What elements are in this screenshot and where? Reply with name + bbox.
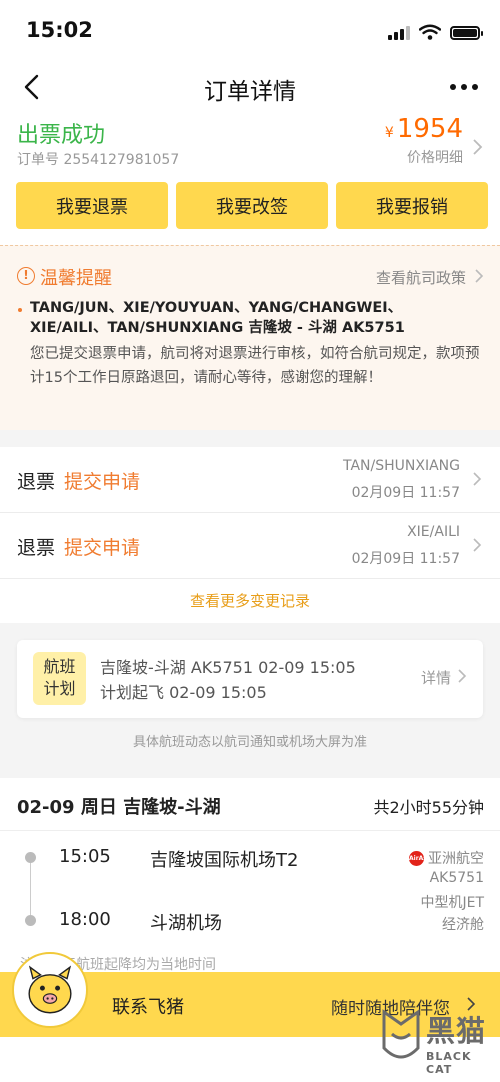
wifi-icon <box>419 24 441 40</box>
chevron-right-icon[interactable] <box>472 138 484 156</box>
notice-title: 温馨提醒 <box>40 268 112 289</box>
reschedule-button[interactable]: 我要改签 <box>176 182 328 229</box>
page-title: 订单详情 <box>204 79 296 105</box>
price-value: 1954 <box>396 114 463 144</box>
black-cat-watermark: 黑猫 BLACK CAT <box>376 1002 494 1078</box>
price-detail-link[interactable]: 价格明细 <box>407 147 463 167</box>
timeline-line <box>30 858 31 920</box>
order-number: 订单号 2554127981057 <box>17 152 180 168</box>
planned-departure-line: 计划起飞 02-09 15:05 <box>100 683 267 702</box>
arrival-time: 18:00 <box>59 909 111 930</box>
flight-detail-link[interactable]: 详情 <box>421 667 451 688</box>
more-options-icon[interactable] <box>450 84 478 90</box>
currency-symbol: ¥ <box>384 125 394 141</box>
order-summary: 出票成功 订单号 2554127981057 ¥1954 价格明细 我要退票 我… <box>0 112 500 245</box>
refund-time: 02月09日 11:57 <box>351 551 460 567</box>
airline-name: 亚洲航空 <box>428 851 484 867</box>
refund-status: 提交申请 <box>64 471 141 493</box>
flight-plan-badge: 航班 计划 <box>33 652 86 705</box>
passenger-name: XIE/AILI <box>407 524 460 540</box>
refund-records: 退票 提交申请 TAN/SHUNXIANG 02月09日 11:57 退票 提交… <box>0 447 500 623</box>
nav-bar: 订单详情 <box>0 62 500 112</box>
trip-header: 02-09 周日 吉隆坡-斗湖 <box>17 797 221 818</box>
black-cat-logo-icon <box>382 1009 420 1059</box>
notice-passengers: TANG/JUN、XIE/YOUYUAN、YANG/CHANGWEI、XIE/A… <box>30 300 405 336</box>
cabin-class: 经济舱 <box>442 917 484 933</box>
refund-type: 退票 <box>17 537 56 559</box>
status-bar: 15:02 <box>0 0 500 62</box>
chevron-right-icon[interactable] <box>474 268 484 284</box>
order-status: 出票成功 <box>17 123 106 148</box>
departure-airport: 吉隆坡国际机场T2 <box>150 850 299 871</box>
refund-row[interactable]: 退票 提交申请 XIE/AILI 02月09日 11:57 <box>0 513 500 579</box>
refund-type: 退票 <box>17 471 56 493</box>
flight-number: AK5751 <box>429 870 484 886</box>
airline-policy-link[interactable]: 查看航司政策 <box>376 267 466 288</box>
flight-plan-card[interactable]: 航班 计划 吉隆坡-斗湖 AK5751 02-09 15:05 计划起飞 02-… <box>17 640 483 718</box>
chevron-right-icon <box>473 472 482 486</box>
order-price[interactable]: ¥1954 <box>385 114 463 144</box>
trip-duration: 共2小时55分钟 <box>373 798 484 817</box>
refund-time: 02月09日 11:57 <box>351 485 460 501</box>
watermark-cn: 黑猫 <box>426 1014 487 1048</box>
flight-route-line: 吉隆坡-斗湖 AK5751 02-09 15:05 <box>100 658 356 677</box>
pig-mascot-icon <box>12 952 88 1028</box>
reimbursement-button[interactable]: 我要报销 <box>336 182 488 229</box>
status-icons <box>388 22 483 40</box>
flight-status-note: 具体航班动态以航司通知或机场大屏为准 <box>132 735 367 750</box>
passenger-name: TAN/SHUNXIANG <box>343 458 460 474</box>
airasia-logo-icon: AirAsia <box>409 850 433 866</box>
badge-line-1: 航班 <box>43 657 76 676</box>
chevron-right-icon <box>473 538 482 552</box>
chevron-right-icon[interactable] <box>457 668 467 684</box>
refund-status: 提交申请 <box>64 537 141 559</box>
watermark-en: BLACK CAT <box>426 1050 472 1076</box>
airline-info: AirAsia 亚洲航空 <box>409 848 484 868</box>
battery-icon <box>450 26 483 40</box>
arrival-dot <box>25 915 36 926</box>
info-icon: ! <box>17 267 35 285</box>
arrival-airport: 斗湖机场 <box>150 913 222 934</box>
departure-time: 15:05 <box>59 846 111 867</box>
cellular-signal-icon <box>388 26 410 40</box>
notice-body: 您已提交退票申请，航司将对退票进行审核，如符合航司规定，款项预计15个工作日原路… <box>30 346 480 386</box>
refund-row[interactable]: 退票 提交申请 TAN/SHUNXIANG 02月09日 11:57 <box>0 447 500 513</box>
status-time: 15:02 <box>26 18 93 42</box>
contact-label: 联系飞猪 <box>112 997 184 1018</box>
notice-panel: ! 温馨提醒 查看航司政策 TANG/JUN、XIE/YOUYUAN、YANG/… <box>0 245 500 430</box>
bullet-dot <box>18 308 22 312</box>
badge-line-2: 计划 <box>43 679 76 698</box>
refund-button[interactable]: 我要退票 <box>16 182 168 229</box>
departure-dot <box>25 852 36 863</box>
aircraft-type: 中型机JET <box>420 895 484 911</box>
more-records-link[interactable]: 查看更多变更记录 <box>0 590 500 611</box>
